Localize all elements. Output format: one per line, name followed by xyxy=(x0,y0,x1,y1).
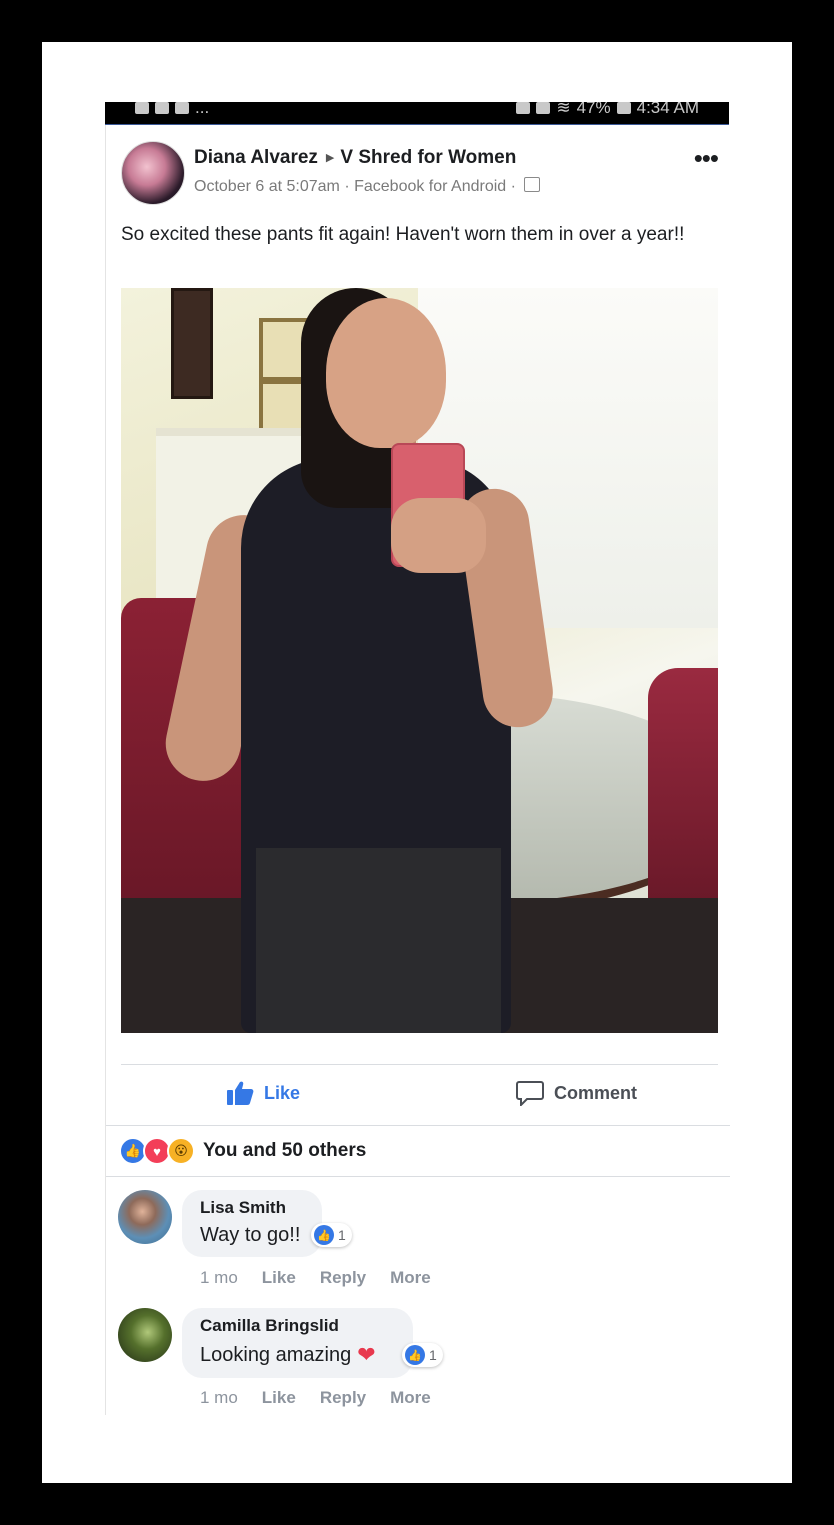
like-icon: 👍 xyxy=(405,1345,425,1365)
like-label: Like xyxy=(264,1082,301,1103)
comment-bubble[interactable]: Lisa Smith Way to go!! xyxy=(182,1190,322,1257)
more-options-icon[interactable]: ••• xyxy=(694,145,719,171)
like-button[interactable]: Like xyxy=(226,1080,300,1106)
bluetooth-icon xyxy=(536,102,551,114)
comment-bubble[interactable]: Camilla Bringslid Looking amazing ❤ xyxy=(182,1308,413,1378)
author-name[interactable]: Diana Alvarez xyxy=(194,147,318,168)
comment-item: Camilla Bringslid Looking amazing ❤ 👍 1 … xyxy=(118,1308,538,1418)
status-right: ≋ 47% 4:34 AM xyxy=(516,102,699,118)
divider xyxy=(106,1176,730,1177)
audience-icon xyxy=(524,177,541,192)
post-photo[interactable] xyxy=(121,288,718,1033)
commenter-name[interactable]: Lisa Smith xyxy=(200,1198,306,1218)
comment-reaction-badge[interactable]: 👍 1 xyxy=(402,1343,443,1367)
comment-reaction-badge[interactable]: 👍 1 xyxy=(311,1223,352,1247)
battery-icon xyxy=(616,102,631,114)
play-icon xyxy=(155,102,169,114)
meta-separator: · xyxy=(510,178,516,195)
comment-item: Lisa Smith Way to go!! 👍 1 1 mo Like Rep… xyxy=(118,1190,538,1300)
status-left: ... xyxy=(135,102,209,118)
comment-time: 1 mo xyxy=(200,1268,238,1287)
divider xyxy=(106,1125,730,1126)
like-icon: 👍 xyxy=(314,1225,334,1245)
post-date[interactable]: October 6 at 5:07am xyxy=(194,178,340,195)
reactions-summary[interactable]: 👍 ♥ 😮 You and 50 others xyxy=(119,1137,366,1165)
alarm-icon xyxy=(516,102,531,114)
thumbs-up-icon xyxy=(227,1081,254,1105)
photo-hand xyxy=(391,498,486,573)
comment-button[interactable]: Comment xyxy=(516,1080,637,1106)
group-name[interactable]: V Shred for Women xyxy=(340,147,516,168)
comment-more-button[interactable]: More xyxy=(390,1388,431,1408)
comment-time: 1 mo xyxy=(200,1388,238,1407)
comment-like-button[interactable]: Like xyxy=(262,1268,296,1288)
voicemail-icon xyxy=(175,102,189,114)
comment-text: Looking amazing xyxy=(200,1343,352,1366)
comment-actions: 1 mo Like Reply More xyxy=(200,1388,431,1408)
heart-icon: ❤ xyxy=(357,1342,376,1367)
post-header-title: Diana Alvarez ▶ V Shred for Women xyxy=(194,147,516,169)
wifi-signal-icon: ≋ xyxy=(556,102,571,117)
battery-level: 47% xyxy=(576,102,611,117)
photo-face xyxy=(326,298,446,448)
gallery-icon xyxy=(135,102,149,114)
comment-text: Way to go!! xyxy=(200,1224,301,1246)
triangle-right-icon: ▶ xyxy=(325,152,335,164)
comment-icon xyxy=(516,1081,544,1106)
author-avatar[interactable] xyxy=(121,141,185,205)
post-text: So excited these pants fit again! Haven'… xyxy=(121,224,685,245)
reactions-text: You and 50 others xyxy=(203,1140,367,1161)
comment-reply-button[interactable]: Reply xyxy=(320,1388,366,1408)
commenter-avatar[interactable] xyxy=(118,1308,172,1362)
photo-pants xyxy=(256,848,501,1033)
divider xyxy=(121,1064,718,1065)
comment-actions: 1 mo Like Reply More xyxy=(200,1268,431,1288)
commenter-name[interactable]: Camilla Bringslid xyxy=(200,1316,397,1336)
comment-label: Comment xyxy=(554,1082,638,1103)
clock: 4:34 AM xyxy=(636,102,699,117)
comment-like-button[interactable]: Like xyxy=(262,1388,296,1408)
post-card: Diana Alvarez ▶ V Shred for Women October … xyxy=(105,125,730,1415)
comment-more-button[interactable]: More xyxy=(390,1268,431,1288)
photo-frame xyxy=(171,288,213,399)
comment-reply-button[interactable]: Reply xyxy=(320,1268,366,1288)
post-source: Facebook for Android xyxy=(354,178,507,195)
reaction-count: 1 xyxy=(338,1227,346,1243)
wow-icon: 😮 xyxy=(167,1137,195,1165)
comment-text-row: Looking amazing ❤ xyxy=(200,1342,397,1368)
status-overflow: ... xyxy=(195,102,210,117)
status-bar: ... ≋ 47% 4:34 AM xyxy=(105,102,729,127)
reaction-count: 1 xyxy=(429,1347,437,1363)
post-meta: October 6 at 5:07am · Facebook for Andro… xyxy=(194,177,541,196)
meta-separator: · xyxy=(344,178,350,195)
commenter-avatar[interactable] xyxy=(118,1190,172,1244)
